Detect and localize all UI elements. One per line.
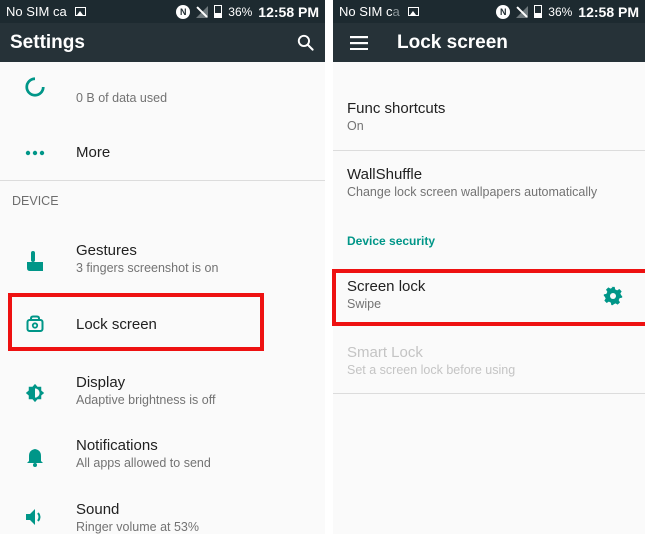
highlight-box-screen-lock [332,269,645,326]
more-dots-icon [24,142,46,164]
settings-item-subtitle: 0 B of data used [76,91,168,105]
lock-item-subtitle: Change lock screen wallpapers automatica… [347,185,598,199]
no-signal-icon [516,5,529,18]
status-bar: No SIM ca N 36% 12:58 PM [333,0,645,23]
settings-item-data-usage[interactable]: 0 B of data used [0,62,325,118]
status-bar: No SIM ca N 36% 12:58 PM [0,0,325,23]
gesture-hand-icon [24,250,46,272]
battery-percent: 36% [548,4,573,19]
settings-item-display[interactable]: Display Adaptive brightness is off [0,364,325,424]
settings-pane: No SIM ca N 36% 12:58 PM Settings 0 B of… [0,0,325,534]
settings-item-subtitle: Adaptive brightness is off [76,393,216,407]
divider [333,393,645,394]
settings-item-label: More [76,144,111,161]
settings-item-subtitle: Ringer volume at 53% [76,520,199,534]
lock-item-wallshuffle[interactable]: WallShuffle Change lock screen wallpaper… [333,158,645,210]
divider [333,150,645,151]
lock-item-subtitle: Set a screen lock before using [347,363,516,377]
nfc-icon: N [176,4,191,19]
lock-item-label: Smart Lock [347,344,423,361]
brightness-icon [24,382,46,404]
menu-icon[interactable] [347,31,371,55]
clock: 12:58 PM [578,3,639,20]
nfc-icon: N [496,4,511,19]
search-icon[interactable] [293,31,317,55]
image-notification-icon [74,7,86,16]
page-title: Settings [10,31,85,53]
lock-item-label: Func shortcuts [347,100,446,117]
settings-item-subtitle: 3 fingers screenshot is on [76,261,219,275]
settings-item-label: Sound [76,501,120,518]
clock: 12:58 PM [258,3,319,20]
settings-item-gestures[interactable]: Gestures 3 fingers screenshot is on [0,232,325,292]
carrier-text: No SIM ca [339,4,400,19]
lock-item-label: WallShuffle [347,166,423,183]
highlight-box-lock-screen [8,293,264,351]
settings-item-more[interactable]: More [0,126,325,180]
volume-icon [24,506,46,528]
carrier-text: No SIM ca [6,4,67,19]
settings-item-label: Notifications [76,437,158,454]
lock-item-smart-lock: Smart Lock Set a screen lock before usin… [333,336,645,392]
battery-icon [534,5,543,18]
category-header-device-security: Device security [347,234,436,248]
battery-icon [214,5,223,18]
lock-item-subtitle: On [347,119,364,133]
image-notification-icon [407,7,419,16]
data-usage-icon [24,76,46,98]
settings-item-notifications[interactable]: Notifications All apps allowed to send [0,428,325,488]
category-header-device: DEVICE [12,194,59,208]
lock-screen-toolbar: Lock screen [333,23,645,62]
settings-item-label: Gestures [76,242,137,259]
no-signal-icon [196,5,209,18]
settings-toolbar: Settings [0,23,325,62]
settings-item-label: Display [76,374,126,391]
settings-item-subtitle: All apps allowed to send [76,456,211,470]
bell-icon [24,446,46,468]
settings-item-sound[interactable]: Sound Ringer volume at 53% [0,492,325,534]
lock-item-func-shortcuts[interactable]: Func shortcuts On [333,90,645,150]
battery-percent: 36% [228,4,253,19]
pane-divider [325,0,333,534]
lock-screen-pane: No SIM ca N 36% 12:58 PM Lock screen Fun… [333,0,645,534]
divider [0,180,325,181]
page-title: Lock screen [397,31,508,53]
